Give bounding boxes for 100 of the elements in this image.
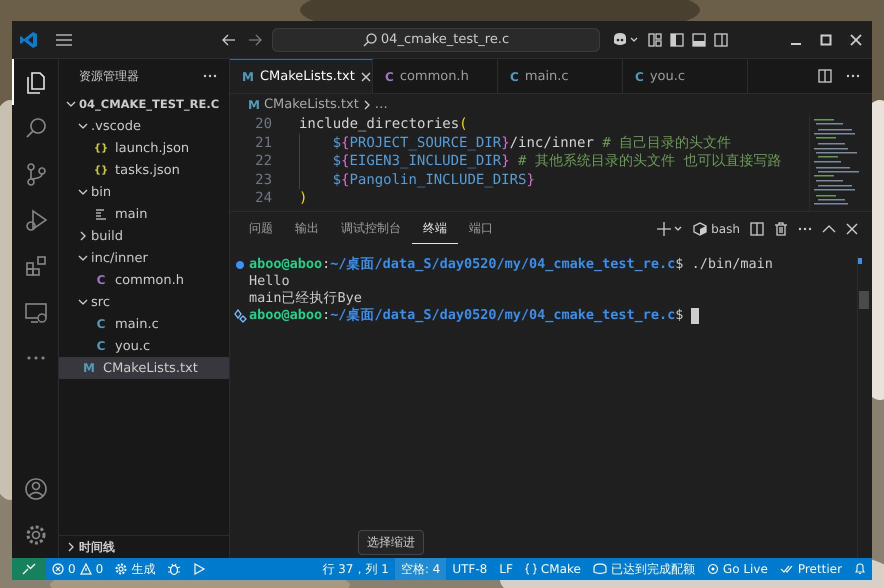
close-icon[interactable]: [850, 34, 862, 46]
sparkle-icon: [232, 308, 246, 322]
chevron-up-icon[interactable]: [822, 224, 836, 234]
folder-name[interactable]: src: [91, 294, 110, 310]
file-type-icon: C: [385, 70, 394, 84]
bell-icon: [854, 563, 866, 575]
run-debug-icon[interactable]: [24, 208, 48, 232]
sidebar-toggle-icon[interactable]: [670, 32, 684, 46]
more-icon[interactable]: [846, 74, 860, 78]
file-type-icon: C: [510, 70, 519, 84]
folder-name[interactable]: inc/inner: [91, 250, 148, 266]
terminal-prompt: aboo@aboo:~/桌面/data_S/day0520/my/04_cmake_test_re.c$: [249, 256, 684, 273]
file-name[interactable]: common.h: [115, 272, 184, 288]
panel-toggle-icon[interactable]: [692, 32, 706, 46]
file-lines-icon: [93, 208, 109, 220]
account-icon[interactable]: [24, 477, 48, 501]
panel-tab[interactable]: 输出: [284, 214, 330, 244]
line-number: 24: [254, 189, 273, 208]
editor-tab[interactable]: M CMakeLists.txt: [230, 59, 373, 93]
remote-button[interactable]: [12, 558, 46, 580]
maximize-icon[interactable]: [820, 34, 832, 46]
file-name[interactable]: tasks.json: [115, 162, 180, 178]
remote-icon: [22, 563, 36, 575]
secondary-sidebar-icon[interactable]: [714, 32, 728, 46]
file-type-icon: M: [242, 70, 254, 84]
file-type-icon: C: [93, 273, 109, 287]
line-number: 21: [254, 134, 273, 152]
sidebar-title: 资源管理器: [79, 68, 139, 84]
scrollbar-thumb[interactable]: [859, 291, 869, 309]
close-icon[interactable]: [846, 223, 858, 235]
file-type-icon: C: [93, 317, 109, 331]
files-icon[interactable]: [24, 70, 48, 94]
file-type-icon: M: [81, 361, 97, 375]
panel-tab[interactable]: 调试控制台: [330, 214, 412, 244]
forward-arrow-icon[interactable]: [248, 34, 262, 46]
warning-icon: [80, 563, 92, 575]
status-dot-icon: [236, 260, 244, 268]
timeline-header[interactable]: 时间线: [79, 538, 115, 556]
search-icon[interactable]: [24, 116, 48, 140]
code-line: include_directories(: [299, 115, 468, 134]
terminal-prompt: aboo@aboo:~/桌面/data_S/day0520/my/04_cmake_test_re.c$: [249, 307, 684, 324]
file-name[interactable]: main: [115, 206, 148, 222]
double-check-icon: [780, 563, 794, 575]
settings-icon[interactable]: [24, 523, 48, 547]
menu-icon[interactable]: [56, 34, 72, 46]
status-item[interactable]: 空格: 4: [394, 558, 446, 580]
project-name[interactable]: 04_CMAKE_TEST_RE.C: [79, 97, 220, 111]
monitor-icon[interactable]: [24, 300, 48, 324]
tooltip: 选择缩进: [358, 530, 424, 555]
build-button[interactable]: 生成: [109, 558, 162, 580]
status-item[interactable]: Go Live: [700, 558, 774, 580]
status-item[interactable]: LF: [493, 558, 519, 580]
window-title: 04_cmake_test_re.c: [380, 32, 510, 47]
file-item[interactable]: M CMakeLists.txt: [59, 357, 229, 379]
panel-tab[interactable]: 终端: [412, 214, 458, 244]
terminal-profile[interactable]: bash: [693, 222, 740, 236]
status-item[interactable]: UTF-8: [446, 558, 494, 580]
problems-indicator[interactable]: 0 0: [46, 558, 110, 580]
breadcrumb-item[interactable]: …: [374, 97, 388, 112]
close-icon[interactable]: [360, 72, 371, 82]
search-icon: [362, 32, 377, 46]
folder-name[interactable]: build: [91, 228, 123, 244]
status-item[interactable]: 行 37，列 1: [316, 558, 395, 580]
back-arrow-icon[interactable]: [222, 34, 236, 46]
chevron-right-icon: [362, 100, 371, 110]
folder-name[interactable]: bin: [91, 184, 112, 200]
layout-icon[interactable]: [648, 32, 662, 46]
braces-icon: [524, 563, 537, 575]
extensions-icon[interactable]: [24, 254, 48, 278]
file-name[interactable]: you.c: [115, 338, 150, 354]
file-type-icon: C: [93, 339, 109, 353]
line-number: 20: [254, 115, 273, 134]
panel-tab[interactable]: 问题: [238, 214, 284, 244]
file-type-icon: {}: [93, 164, 109, 176]
more-icon[interactable]: [203, 74, 217, 78]
gear-icon: [115, 563, 128, 575]
file-type-icon: C: [635, 70, 644, 84]
branch-icon[interactable]: [24, 162, 48, 186]
bug-icon: [167, 562, 182, 576]
status-item[interactable]: CMake: [518, 558, 587, 580]
split-editor-icon[interactable]: [818, 69, 832, 83]
trash-icon[interactable]: [774, 222, 788, 236]
terminal-command: ./bin/main: [692, 256, 773, 273]
folder-name[interactable]: .vscode: [91, 118, 141, 134]
terminal-output: Hello: [249, 273, 290, 290]
file-name[interactable]: main.c: [115, 316, 159, 332]
status-item[interactable]: 已达到完成配额: [586, 558, 701, 580]
line-number: 22: [254, 152, 273, 171]
split-terminal-icon[interactable]: [750, 222, 764, 236]
error-icon: [52, 563, 64, 575]
file-name[interactable]: launch.json: [115, 140, 190, 156]
status-item[interactable]: Prettier: [774, 558, 848, 580]
panel-tab[interactable]: 端口: [458, 214, 504, 244]
file-type-icon: {}: [93, 142, 109, 154]
add-terminal-icon[interactable]: [657, 222, 684, 236]
file-type-icon: M: [248, 98, 260, 112]
play-icon: [193, 563, 206, 575]
more-icon[interactable]: [798, 227, 812, 231]
breadcrumb-item[interactable]: CMakeLists.txt: [264, 97, 359, 112]
command-center[interactable]: 04_cmake_test_re.c: [272, 28, 600, 52]
